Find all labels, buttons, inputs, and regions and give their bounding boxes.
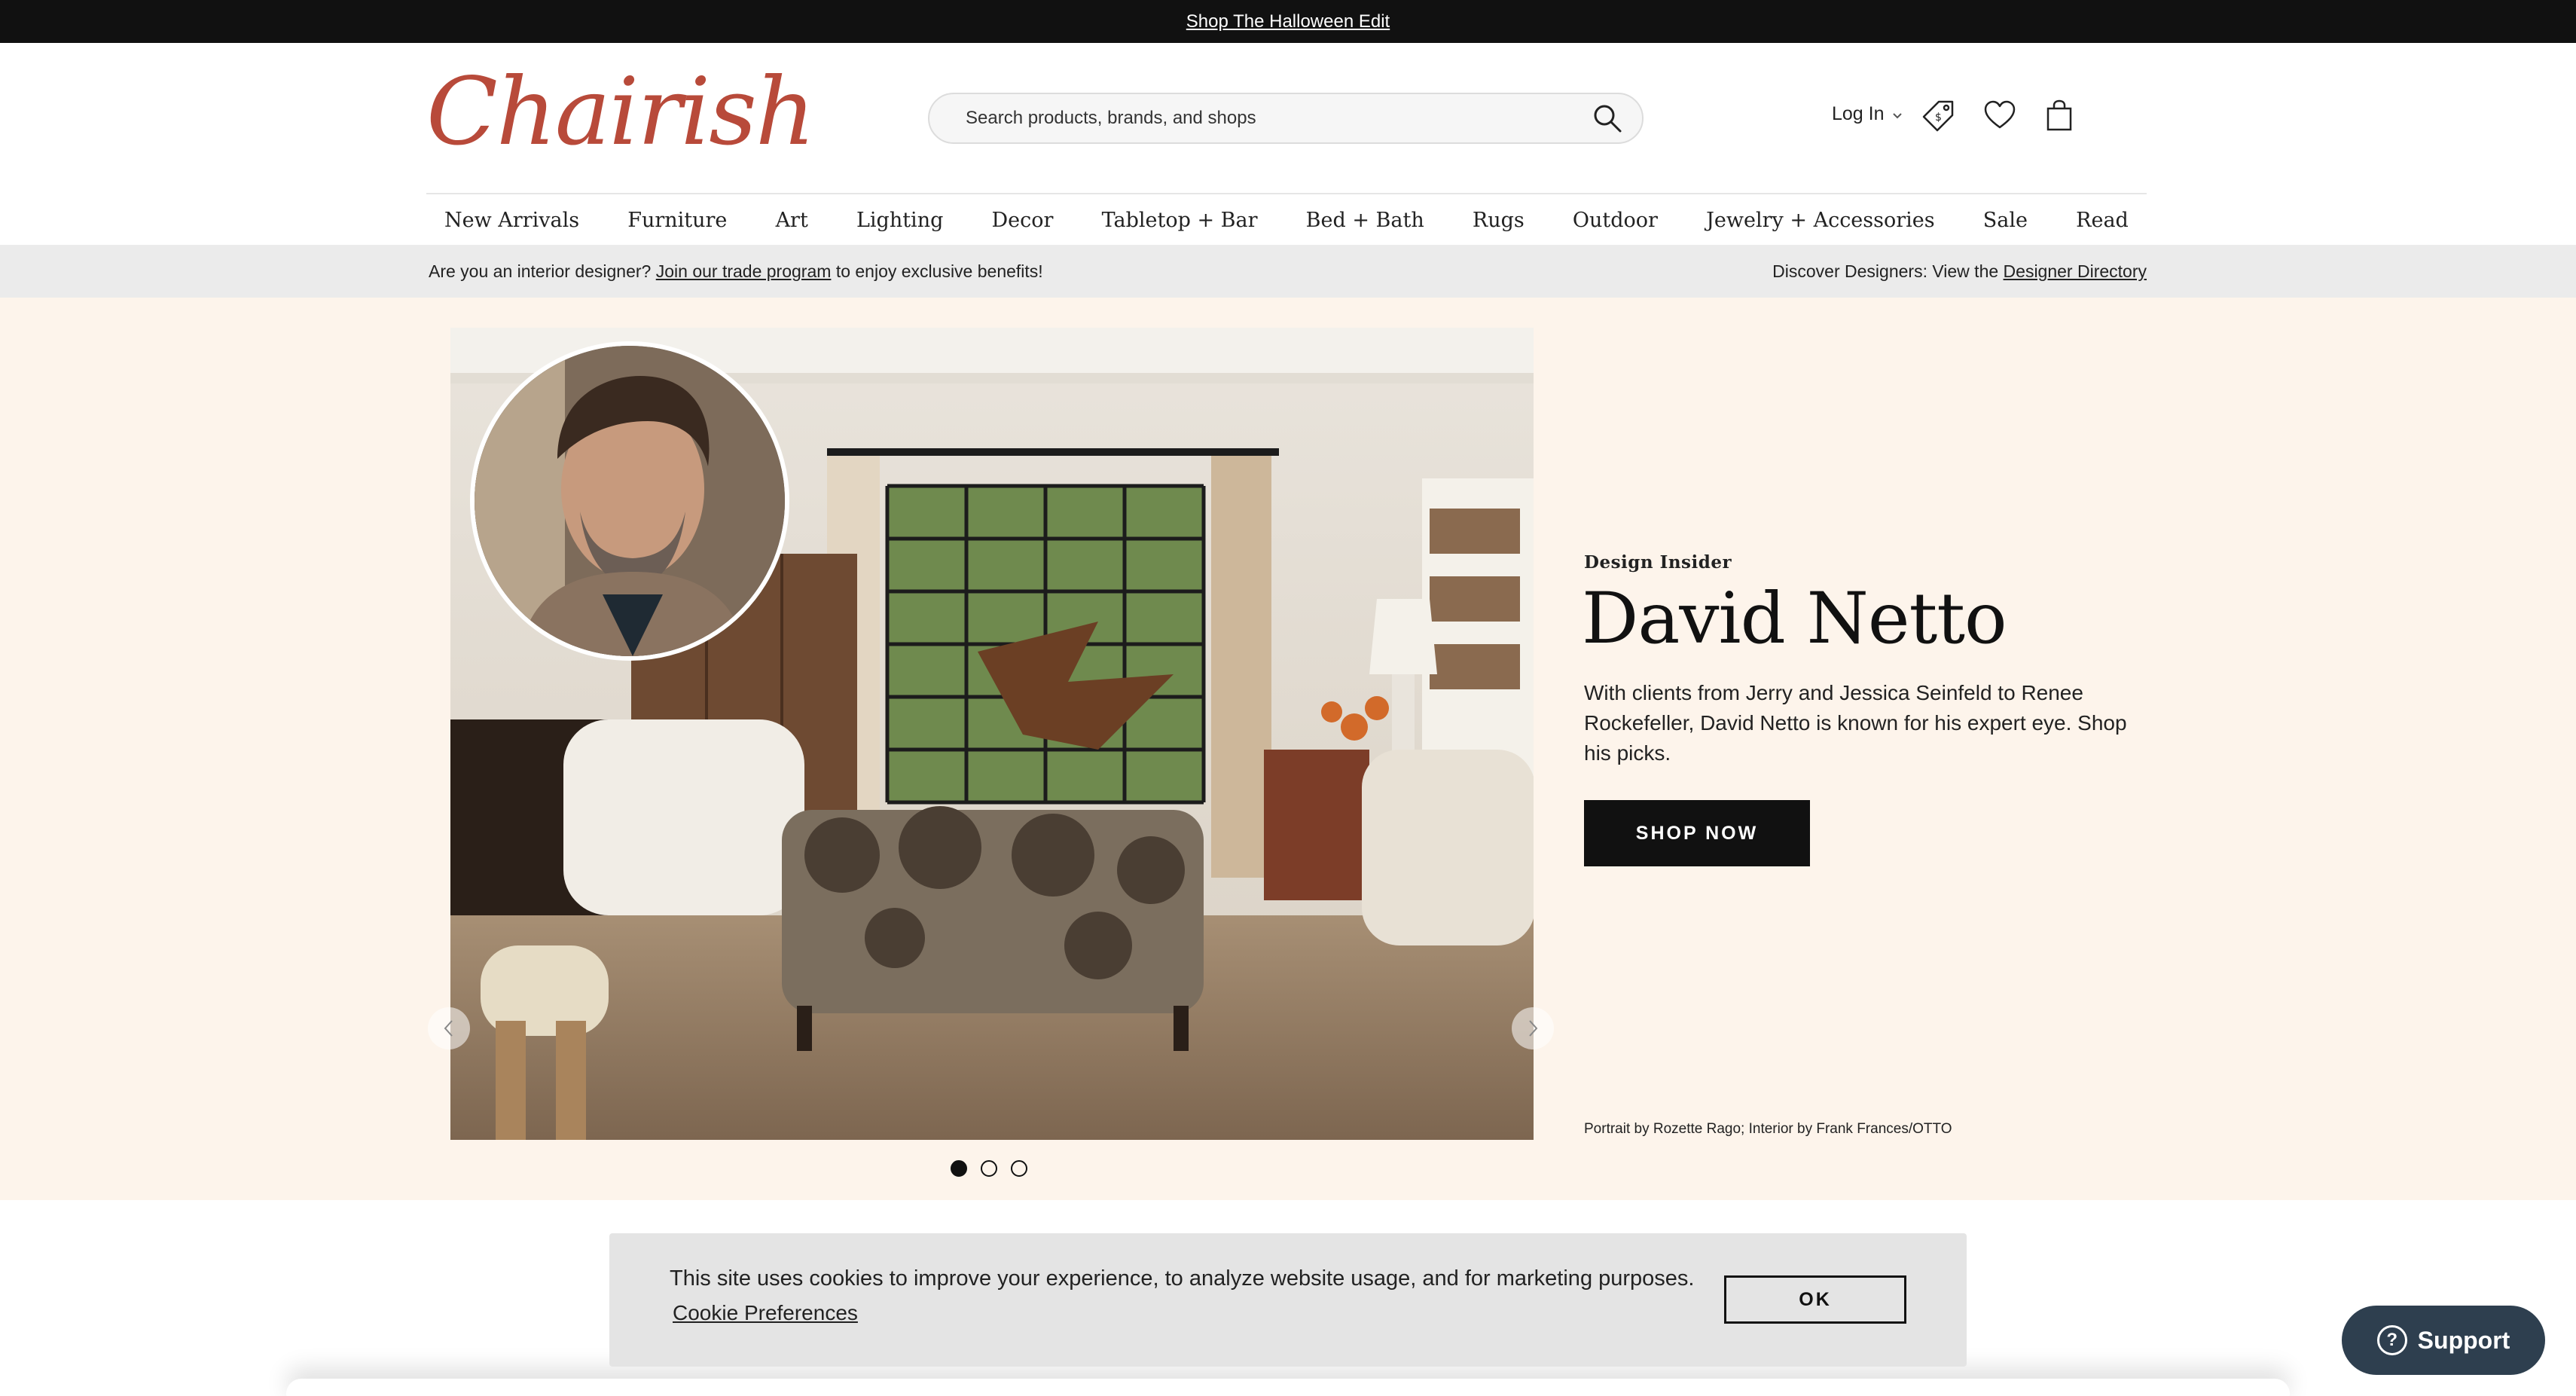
trade-message: Are you an interior designer? Join our t… — [429, 261, 1043, 282]
directory-prefix: Discover Designers: View the — [1772, 261, 1999, 281]
nav-item-tabletop-bar[interactable]: Tabletop + Bar — [1102, 209, 1258, 232]
designer-portrait — [470, 341, 789, 661]
logo[interactable]: Chairish — [426, 66, 816, 159]
hero-description: With clients from Jerry and Jessica Sein… — [1584, 681, 2127, 765]
help-icon: ? — [2376, 1325, 2407, 1355]
carousel-dot[interactable] — [981, 1160, 997, 1177]
chevron-down-icon — [1892, 103, 1903, 125]
login-menu[interactable]: Log In — [1832, 103, 1903, 125]
trade-program-link[interactable]: Join our trade program — [656, 261, 832, 281]
next-section-card — [286, 1379, 2290, 1396]
trade-suffix: to enjoy exclusive benefits! — [835, 261, 1043, 281]
carousel-dots — [951, 1160, 1027, 1177]
cookie-banner: This site uses cookies to improve your e… — [609, 1233, 1967, 1367]
photo-credit: Portrait by Rozette Rago; Interior by Fr… — [1584, 1121, 1952, 1137]
designer-directory-message: Discover Designers: View the Designer Di… — [1772, 261, 2147, 282]
nav-item-outdoor[interactable]: Outdoor — [1573, 209, 1658, 232]
promo-bar: Shop The Halloween Edit — [0, 0, 2576, 43]
nav-item-rugs[interactable]: Rugs — [1473, 209, 1525, 232]
search-input[interactable] — [966, 108, 1589, 129]
trade-bar: Are you an interior designer? Join our t… — [0, 245, 2576, 298]
nav-item-lighting[interactable]: Lighting — [856, 209, 943, 232]
hero-title: David Netto — [1582, 578, 2007, 660]
tag-icon[interactable]: $ — [1919, 96, 1958, 135]
nav-item-furniture[interactable]: Furniture — [627, 209, 727, 232]
nav-item-sale[interactable]: Sale — [1983, 209, 2028, 232]
cookie-preferences-link[interactable]: Cookie Preferences — [673, 1301, 858, 1325]
nav-item-jewelry-accessories[interactable]: Jewelry + Accessories — [1706, 209, 1935, 232]
nav-item-bed-bath[interactable]: Bed + Bath — [1306, 209, 1424, 232]
cookie-message: This site uses cookies to improve your e… — [670, 1266, 1695, 1291]
nav-item-new-arrivals[interactable]: New Arrivals — [444, 209, 579, 232]
trade-prefix: Are you an interior designer? — [429, 261, 652, 281]
carousel-dot[interactable] — [951, 1160, 967, 1177]
promo-link[interactable]: Shop The Halloween Edit — [1186, 11, 1390, 32]
hero-carousel: Design Insider David Netto With clients … — [0, 298, 2576, 1200]
search-icon[interactable] — [1589, 100, 1625, 136]
search-bar — [928, 93, 1644, 144]
site-header: Chairish Log In $ — [0, 43, 2576, 194]
support-button[interactable]: ? Support — [2342, 1306, 2545, 1375]
login-label: Log In — [1832, 103, 1885, 124]
header-divider — [426, 193, 2147, 194]
nav-item-art[interactable]: Art — [776, 209, 808, 232]
nav-item-read[interactable]: Read — [2076, 209, 2129, 232]
main-nav: New Arrivals Furniture Art Lighting Deco… — [426, 195, 2147, 245]
support-label: Support — [2417, 1326, 2510, 1354]
nav-item-decor[interactable]: Decor — [992, 209, 1054, 232]
shop-now-button[interactable]: SHOP NOW — [1584, 800, 1810, 866]
hero-eyebrow: Design Insider — [1584, 552, 1732, 573]
carousel-prev-button[interactable] — [428, 1007, 470, 1049]
carousel-next-button[interactable] — [1512, 1007, 1554, 1049]
cookie-ok-button[interactable]: OK — [1724, 1275, 1906, 1324]
svg-text:$: $ — [1935, 111, 1942, 124]
bag-icon[interactable] — [2040, 96, 2079, 135]
heart-icon[interactable] — [1980, 96, 2019, 135]
designer-directory-link[interactable]: Designer Directory — [2004, 261, 2147, 281]
carousel-dot[interactable] — [1011, 1160, 1027, 1177]
